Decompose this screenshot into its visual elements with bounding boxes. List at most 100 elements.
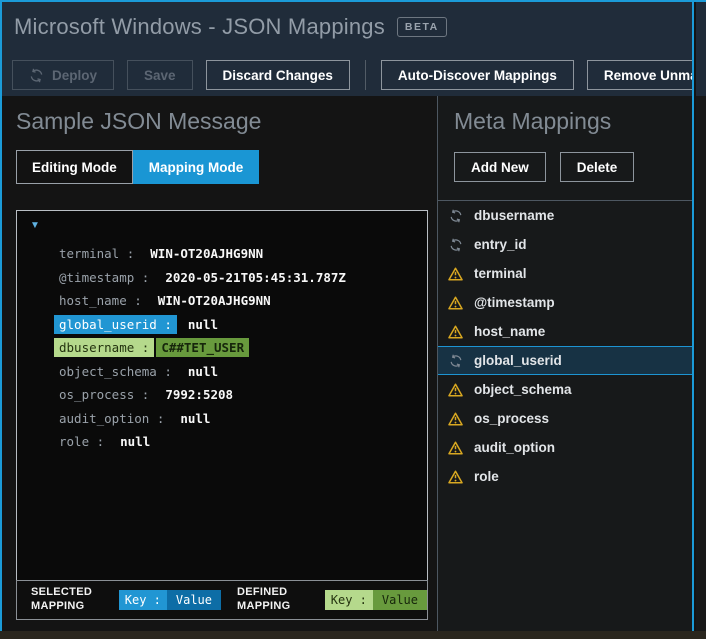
- json-value: null: [180, 410, 211, 426]
- json-value-defined-mapping: C##TET_USER: [156, 338, 250, 358]
- save-label: Save: [144, 67, 176, 83]
- deploy-label: Deploy: [52, 67, 98, 83]
- json-key: os_process :: [59, 387, 150, 403]
- header: Microsoft Windows - JSON Mappings BETA D…: [2, 2, 692, 96]
- mapping-label: dbusername: [474, 208, 555, 223]
- json-rows: terminal : WIN-OT20AJHG9NN @timestamp : …: [17, 242, 427, 454]
- mapping-label: audit_option: [474, 440, 555, 455]
- mode-toggle: Editing Mode Mapping Mode: [16, 150, 260, 184]
- json-entry-host-name[interactable]: host_name : WIN-OT20AJHG9NN: [17, 289, 427, 313]
- mapping-row-entry-id[interactable]: entry_id: [438, 230, 692, 259]
- json-entry-audit-option[interactable]: audit_option : null: [17, 407, 427, 431]
- sync-icon: [448, 208, 463, 223]
- json-key: object_schema :: [59, 363, 172, 379]
- mapping-row-terminal[interactable]: terminal: [438, 259, 692, 288]
- beta-badge: BETA: [396, 17, 447, 37]
- sample-json-panel: Sample JSON Message Editing Mode Mapping…: [2, 96, 437, 631]
- save-button[interactable]: Save: [127, 60, 193, 90]
- bottom-edge: [0, 631, 706, 639]
- warning-icon: [448, 324, 463, 339]
- json-value: WIN-OT20AJHG9NN: [157, 293, 271, 309]
- json-key-selected-mapping: global_userid :: [54, 314, 177, 334]
- discard-label: Discard Changes: [222, 67, 333, 83]
- json-value: null: [120, 434, 151, 450]
- legend-key-blue: Key :: [118, 590, 167, 610]
- json-entry-os-process[interactable]: os_process : 7992:5208: [17, 383, 427, 407]
- mapping-label: os_process: [474, 411, 550, 426]
- editing-mode-label: Editing Mode: [32, 159, 117, 175]
- json-key: host_name :: [59, 293, 142, 309]
- page-title: Microsoft Windows - JSON Mappings: [14, 14, 385, 39]
- json-value: 7992:5208: [165, 387, 234, 403]
- mapping-label: role: [474, 469, 499, 484]
- json-viewer: ▼ terminal : WIN-OT20AJHG9NN @timestamp …: [16, 210, 428, 581]
- json-entry-dbusername-defined[interactable]: dbusername : C##TET_USER: [17, 336, 427, 360]
- mapping-row-host-name[interactable]: host_name: [438, 317, 692, 346]
- collapse-arrow-icon[interactable]: ▼: [30, 220, 40, 231]
- json-key: role :: [59, 434, 105, 450]
- mapping-label: host_name: [474, 324, 546, 339]
- selected-mapping-label: SELECTED MAPPING: [31, 586, 93, 612]
- mapping-label: entry_id: [474, 237, 527, 252]
- meta-mappings-actions: Add New Delete: [454, 152, 635, 182]
- mapping-row-global-userid-selected[interactable]: global_userid: [438, 346, 692, 375]
- mapping-row-audit-option[interactable]: audit_option: [438, 433, 692, 462]
- json-value: WIN-OT20AJHG9NN: [150, 246, 264, 262]
- add-new-label: Add New: [471, 159, 529, 175]
- sync-icon: [448, 353, 463, 368]
- mapping-row-os-process[interactable]: os_process: [438, 404, 692, 433]
- json-entry-global-userid-selected[interactable]: global_userid : null: [17, 313, 427, 337]
- remove-unmapped-label: Remove Unmapped: [603, 67, 694, 83]
- json-value: null: [187, 316, 218, 332]
- deploy-button[interactable]: Deploy: [12, 60, 115, 90]
- legend-value-green: Value: [372, 590, 427, 610]
- json-mappings-window: Microsoft Windows - JSON Mappings BETA D…: [0, 2, 694, 631]
- mapping-row-object-schema[interactable]: object_schema: [438, 375, 692, 404]
- json-key: terminal :: [59, 246, 135, 262]
- mapping-label: @timestamp: [474, 295, 555, 310]
- deploy-sync-icon: [29, 67, 44, 83]
- json-entry-role[interactable]: role : null: [17, 430, 427, 454]
- sync-icon: [448, 237, 463, 252]
- json-entry-object-schema[interactable]: object_schema : null: [17, 360, 427, 384]
- mapping-row-timestamp[interactable]: @timestamp: [438, 288, 692, 317]
- mapping-list: dbusername entry_id terminal @timestamp …: [438, 200, 692, 491]
- legend-value-blue: Value: [166, 590, 221, 610]
- mapping-label: global_userid: [474, 353, 562, 368]
- json-value: null: [187, 363, 218, 379]
- selected-mapping-swatch: Key : Value: [118, 590, 221, 610]
- mapping-row-role[interactable]: role: [438, 462, 692, 491]
- legend-key-green: Key :: [324, 590, 373, 610]
- mapping-row-dbusername[interactable]: dbusername: [438, 201, 692, 230]
- json-entry-terminal[interactable]: terminal : WIN-OT20AJHG9NN: [17, 242, 427, 266]
- defined-mapping-label: DEFINED MAPPING: [237, 586, 291, 612]
- mapping-label: object_schema: [474, 382, 572, 397]
- warning-icon: [448, 382, 463, 397]
- warning-icon: [448, 266, 463, 281]
- page: Microsoft Windows - JSON Mappings BETA D…: [0, 0, 706, 639]
- remove-unmapped-button[interactable]: Remove Unmapped: [586, 60, 694, 90]
- right-edge: [696, 2, 706, 631]
- meta-mappings-panel: Meta Mappings Add New Delete dbusername: [438, 96, 692, 631]
- mapping-mode-label: Mapping Mode: [148, 159, 244, 175]
- sample-json-title: Sample JSON Message: [16, 108, 262, 134]
- mapping-legend: SELECTED MAPPING Key : Value DEFINED MAP…: [16, 580, 428, 620]
- json-key-defined-mapping: dbusername :: [54, 338, 155, 358]
- toolbar-divider: [364, 60, 366, 90]
- mapping-mode-tab[interactable]: Mapping Mode: [132, 150, 260, 184]
- warning-icon: [448, 440, 463, 455]
- json-entry-timestamp[interactable]: @timestamp : 2020-05-21T05:45:31.787Z: [17, 266, 427, 290]
- editing-mode-tab[interactable]: Editing Mode: [16, 150, 133, 184]
- auto-discover-button[interactable]: Auto-Discover Mappings: [380, 60, 574, 90]
- toolbar: Deploy Save Discard Changes Auto-Discove…: [12, 60, 694, 90]
- delete-button[interactable]: Delete: [559, 152, 635, 182]
- add-new-button[interactable]: Add New: [454, 152, 546, 182]
- defined-mapping-swatch: Key : Value: [324, 590, 427, 610]
- discard-changes-button[interactable]: Discard Changes: [205, 60, 350, 90]
- delete-label: Delete: [576, 159, 618, 175]
- mapping-label: terminal: [474, 266, 527, 281]
- json-key: @timestamp :: [59, 269, 150, 285]
- warning-icon: [448, 295, 463, 310]
- body: Sample JSON Message Editing Mode Mapping…: [2, 96, 692, 631]
- meta-mappings-title: Meta Mappings: [454, 108, 612, 134]
